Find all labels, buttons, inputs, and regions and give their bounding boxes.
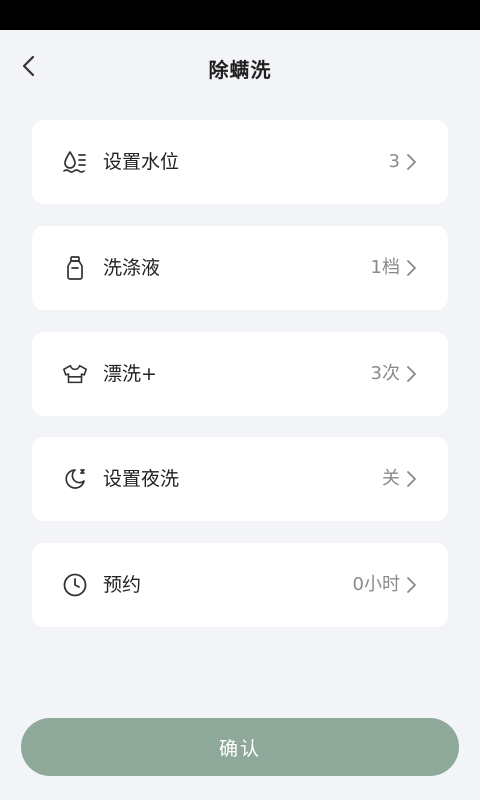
chevron-right-icon <box>404 151 418 173</box>
setting-water-level[interactable]: 设置水位 3 <box>32 120 448 204</box>
chevron-right-icon <box>404 574 418 596</box>
setting-rinse[interactable]: 漂洗+ 3次 <box>32 332 448 416</box>
shirt-icon <box>62 361 88 387</box>
chevron-right-icon <box>404 468 418 490</box>
setting-label: 洗涤液 <box>103 257 161 279</box>
moon-icon <box>62 466 88 492</box>
status-bar <box>0 0 480 30</box>
detergent-bottle-icon <box>62 255 88 281</box>
setting-value: 1档 <box>370 257 400 278</box>
setting-value: 0小时 <box>352 574 400 595</box>
setting-night-wash[interactable]: 设置夜洗 关 <box>32 437 448 521</box>
clock-icon <box>62 572 88 598</box>
confirm-button[interactable]: 确认 <box>21 718 459 776</box>
chevron-right-icon <box>404 363 418 385</box>
setting-value: 3次 <box>370 363 400 384</box>
setting-value: 3 <box>388 151 400 172</box>
page-title: 除螨洗 <box>208 58 272 82</box>
setting-detergent[interactable]: 洗涤液 1档 <box>32 226 448 310</box>
setting-label: 设置水位 <box>103 151 180 173</box>
setting-label: 预约 <box>103 574 142 596</box>
setting-label: 设置夜洗 <box>103 468 180 490</box>
water-level-icon <box>62 149 88 175</box>
setting-label: 漂洗+ <box>103 363 157 385</box>
setting-value: 关 <box>382 468 400 489</box>
chevron-right-icon <box>404 257 418 279</box>
header: 除螨洗 <box>0 30 480 102</box>
setting-appointment[interactable]: 预约 0小时 <box>32 543 448 627</box>
